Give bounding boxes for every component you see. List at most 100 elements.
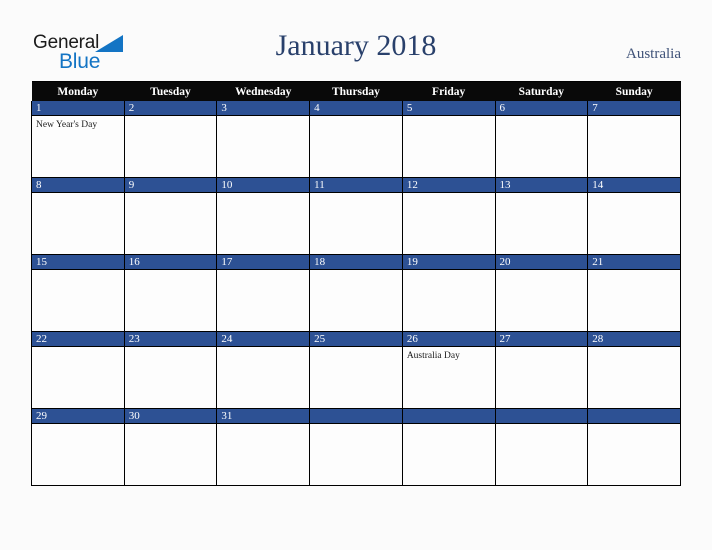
calendar-day-cell[interactable]: 21 [587, 254, 681, 332]
day-cell-body [310, 193, 402, 254]
day-number: 20 [495, 255, 588, 270]
country-label: Australia [626, 46, 681, 62]
day-cell-body [125, 193, 217, 254]
day-cell-body [310, 270, 402, 331]
day-number: 11 [310, 178, 402, 193]
day-cell-body [403, 116, 495, 177]
day-number: 28 [588, 332, 680, 347]
calendar-day-cell[interactable]: 27 [494, 331, 589, 409]
calendar-day-cell[interactable]: 25 [309, 331, 403, 409]
calendar-day-cell[interactable]: 8 [31, 177, 125, 255]
calendar-day-cell[interactable]: 11 [309, 177, 403, 255]
day-number: 23 [124, 332, 217, 347]
calendar-day-cell[interactable] [494, 408, 589, 486]
day-number: 16 [124, 255, 217, 270]
calendar-day-cell[interactable]: 20 [494, 254, 589, 332]
calendar-day-cell[interactable]: 12 [401, 177, 496, 255]
weekday-header-sunday: Sunday [587, 81, 681, 101]
day-number: 3 [217, 101, 310, 116]
day-number: 13 [495, 178, 588, 193]
calendar-day-cell[interactable]: 22 [31, 331, 125, 409]
calendar-day-cell[interactable]: 26 Australia Day [401, 331, 496, 409]
day-cell-body [125, 424, 217, 485]
day-cell-body [310, 116, 402, 177]
calendar-day-cell[interactable]: 4 [309, 101, 403, 178]
day-number: 4 [310, 101, 402, 116]
day-cell-body [125, 270, 217, 331]
calendar-weeks-body: 1 New Year's Day 2 3 4 5 6 7 8 9 10 11 12 13 14 15 16 17 1… [31, 101, 681, 486]
day-number: 15 [32, 255, 124, 270]
day-cell-body [403, 270, 495, 331]
calendar-day-cell[interactable] [309, 408, 403, 486]
day-number: 30 [124, 409, 217, 424]
calendar-week-row: 8 9 10 11 12 13 14 [31, 177, 681, 255]
weekday-header-row: Monday Tuesday Wednesday Thursday Friday… [31, 81, 681, 101]
day-cell-body [588, 270, 680, 331]
day-cell-body [217, 193, 309, 254]
calendar-day-cell[interactable]: 6 [494, 101, 589, 178]
day-cell-body [588, 193, 680, 254]
calendar-day-cell[interactable]: 18 [309, 254, 403, 332]
calendar-day-cell[interactable]: 24 [216, 331, 311, 409]
holiday-event-label: New Year's Day [36, 120, 98, 130]
day-number [495, 409, 588, 424]
calendar-day-cell[interactable] [401, 408, 496, 486]
weekday-header-thursday: Thursday [309, 81, 403, 101]
weekday-header-tuesday: Tuesday [124, 81, 217, 101]
calendar-day-cell[interactable]: 19 [401, 254, 496, 332]
calendar-day-cell[interactable]: 1 New Year's Day [31, 101, 125, 178]
day-number: 7 [588, 101, 680, 116]
day-number: 27 [495, 332, 588, 347]
calendar-day-cell[interactable]: 28 [587, 331, 681, 409]
day-number: 6 [495, 101, 588, 116]
day-number: 2 [124, 101, 217, 116]
day-number: 29 [32, 409, 124, 424]
day-number: 8 [32, 178, 124, 193]
day-cell-body [403, 193, 495, 254]
weekday-header-saturday: Saturday [495, 81, 588, 101]
day-number: 5 [402, 101, 495, 116]
day-cell-body [217, 347, 309, 408]
day-number: 12 [402, 178, 495, 193]
day-number: 26 [402, 332, 495, 347]
calendar-day-cell[interactable]: 10 [216, 177, 311, 255]
day-number: 25 [310, 332, 402, 347]
day-cell-body [496, 116, 588, 177]
calendar-day-cell[interactable]: 16 [123, 254, 218, 332]
day-cell-body [496, 193, 588, 254]
day-number: 17 [217, 255, 310, 270]
day-number [402, 409, 495, 424]
calendar-day-cell[interactable]: 31 [216, 408, 311, 486]
day-cell-body [125, 347, 217, 408]
day-cell-body [496, 270, 588, 331]
calendar-day-cell[interactable] [587, 408, 681, 486]
calendar-week-row: 22 23 24 25 26 Australia Day 27 28 [31, 331, 681, 409]
day-cell-body [32, 193, 124, 254]
calendar-day-cell[interactable]: 14 [587, 177, 681, 255]
calendar-day-cell[interactable]: 5 [401, 101, 496, 178]
calendar-day-cell[interactable]: 30 [123, 408, 218, 486]
day-number: 18 [310, 255, 402, 270]
day-number: 21 [588, 255, 680, 270]
calendar-top-bar: General Blue January 2018 Australia [0, 0, 712, 79]
calendar-day-cell[interactable]: 3 [216, 101, 311, 178]
calendar-day-cell[interactable]: 29 [31, 408, 125, 486]
weekday-header-monday: Monday [31, 81, 125, 101]
calendar-day-cell[interactable]: 15 [31, 254, 125, 332]
weekday-header-friday: Friday [402, 81, 496, 101]
calendar-day-cell[interactable]: 7 [587, 101, 681, 178]
day-cell-body [125, 116, 217, 177]
calendar-day-cell[interactable]: 23 [123, 331, 218, 409]
calendar-day-cell[interactable]: 13 [494, 177, 589, 255]
day-cell-body [32, 270, 124, 331]
calendar-day-cell[interactable]: 9 [123, 177, 218, 255]
day-cell-body [217, 424, 309, 485]
day-cell-body [588, 116, 680, 177]
weekday-header-wednesday: Wednesday [216, 81, 310, 101]
day-number: 31 [217, 409, 310, 424]
day-number: 22 [32, 332, 124, 347]
day-cell-body [217, 270, 309, 331]
calendar-day-cell[interactable]: 17 [216, 254, 311, 332]
calendar-day-cell[interactable]: 2 [123, 101, 218, 178]
calendar-week-row: 15 16 17 18 19 20 21 [31, 254, 681, 332]
